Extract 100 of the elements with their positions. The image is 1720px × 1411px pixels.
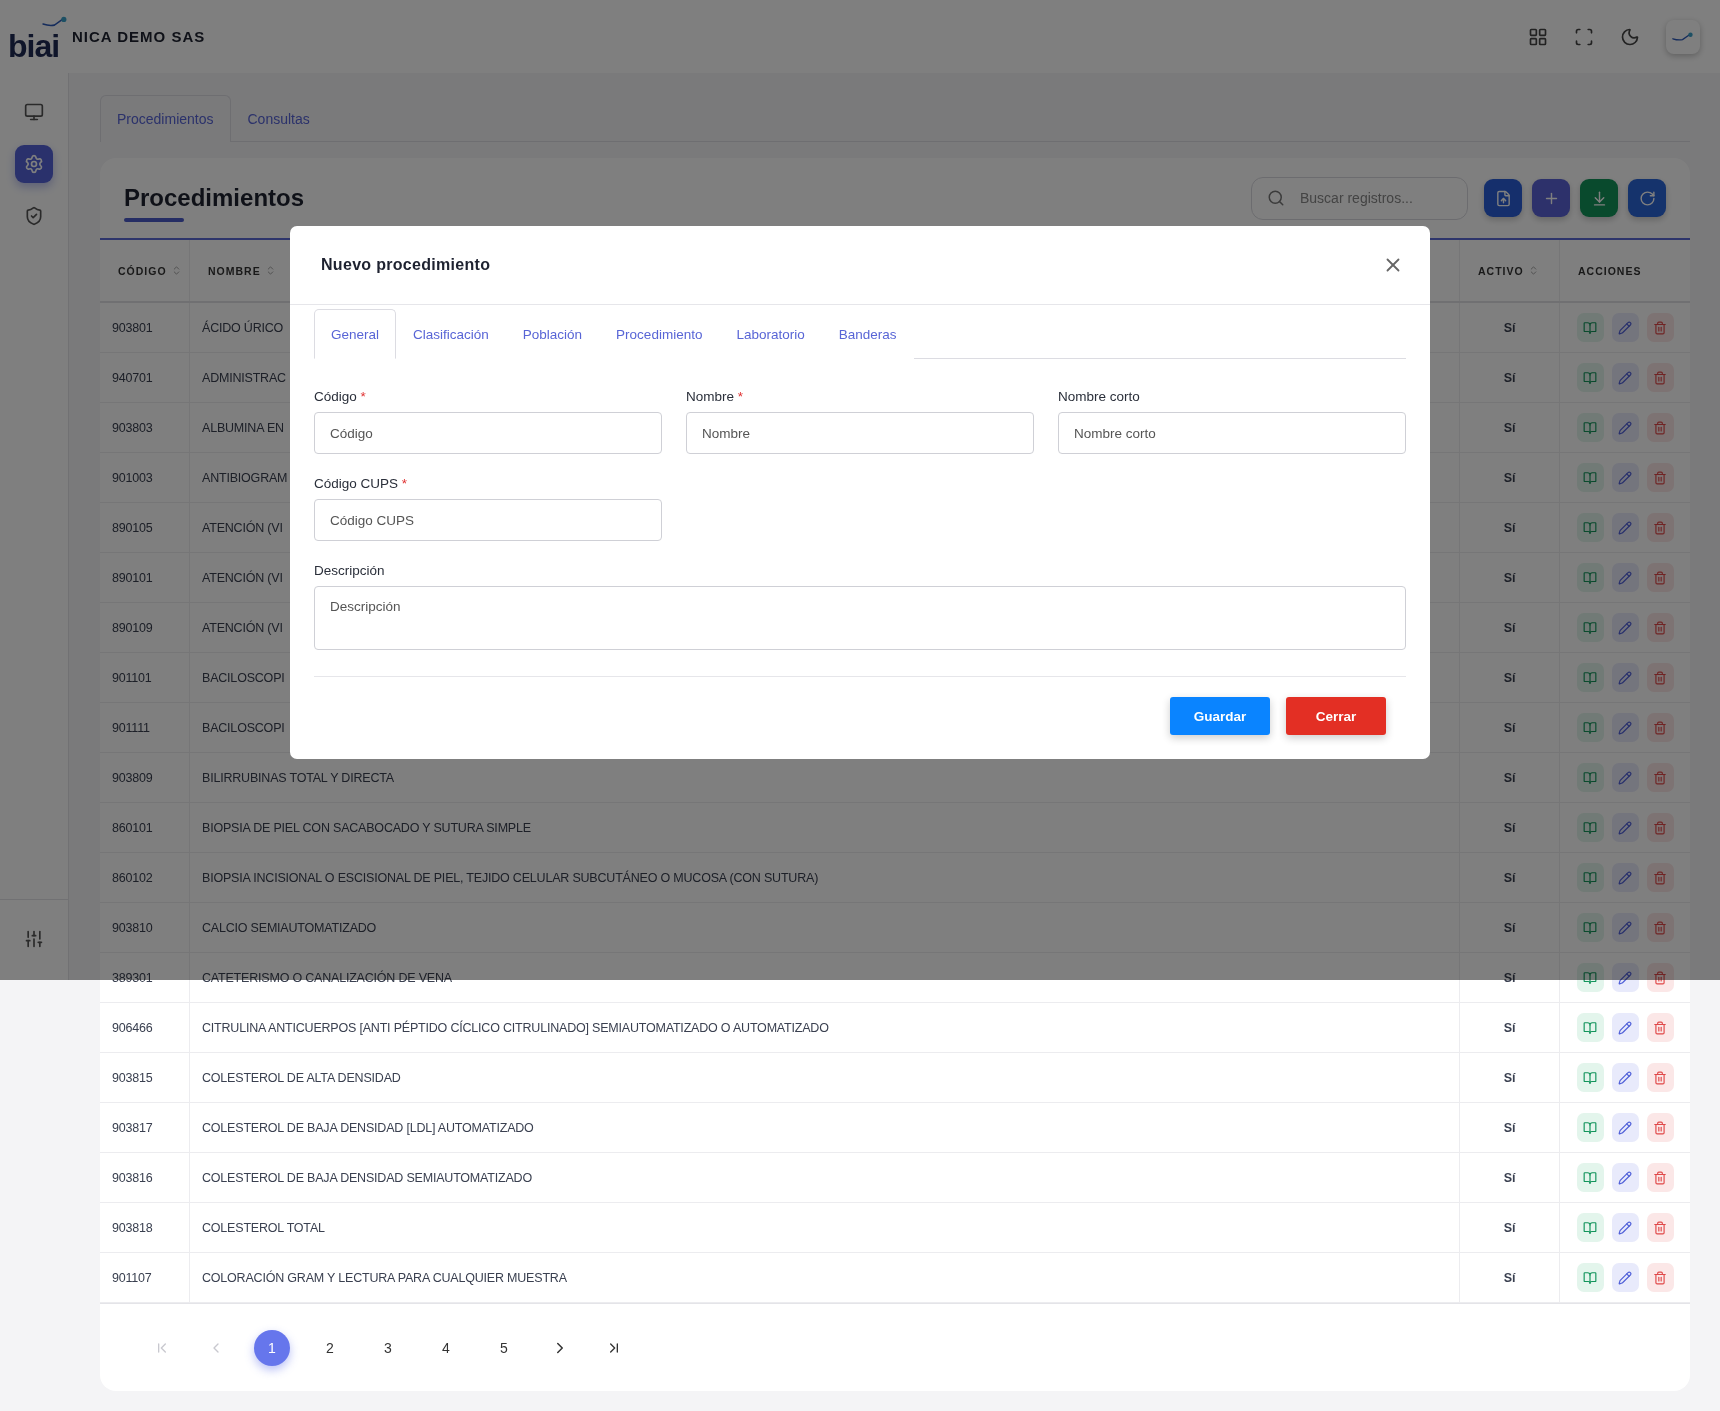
page-tab[interactable]: Consultas <box>230 95 327 142</box>
table-cell: Sí <box>1460 653 1560 702</box>
file-upload-button[interactable] <box>1484 179 1522 217</box>
book-icon <box>1583 520 1597 535</box>
trash-icon <box>1653 520 1667 535</box>
company-name: NICA DEMO SAS <box>72 28 206 45</box>
pencil-icon <box>1618 820 1632 835</box>
table-cell: 890101 <box>100 553 190 602</box>
pencil-icon <box>1618 470 1632 485</box>
monitor-icon <box>24 102 44 122</box>
table-cell: BIOPSIA DE PIEL CON SACABOCADO Y SUTURA SIMPLE <box>190 803 1460 852</box>
refresh-button[interactable] <box>1628 179 1666 217</box>
sliders-icon <box>24 929 44 949</box>
table-cell: Sí <box>1460 1053 1560 1102</box>
pencil-icon <box>1618 920 1632 935</box>
table-cell: 903817 <box>100 1103 190 1152</box>
table-cell: Sí <box>1460 1153 1560 1202</box>
page-number[interactable]: 4 <box>428 1329 464 1366</box>
table-cell: Sí <box>1460 803 1560 852</box>
pencil-icon <box>1618 720 1632 735</box>
trash-icon <box>1653 820 1667 835</box>
table-cell: 940701 <box>100 353 190 402</box>
column-header[interactable]: ACTIVO <box>1460 240 1560 301</box>
book-button[interactable] <box>1576 963 1604 992</box>
book-icon <box>1583 470 1597 485</box>
table-cell: Sí <box>1460 553 1560 602</box>
table-cell: 901107 <box>100 1253 190 1302</box>
pencil-icon <box>1618 420 1632 435</box>
trash-icon <box>1653 970 1667 985</box>
table-cell: Sí <box>1460 453 1560 502</box>
page-number[interactable]: 5 <box>486 1329 522 1366</box>
table-cell: Sí <box>1460 603 1560 652</box>
apps-button[interactable] <box>1528 26 1548 47</box>
trash-icon <box>1653 1170 1667 1185</box>
grid-icon <box>1528 26 1548 47</box>
book-icon <box>1583 370 1597 385</box>
logo: biai <box>8 13 68 60</box>
book-icon <box>1583 620 1597 635</box>
page-number[interactable]: 2 <box>312 1329 348 1366</box>
table-cell: COLESTEROL DE BAJA DENSIDAD [LDL] AUTOMATIZADO <box>190 1103 1460 1152</box>
book-icon <box>1583 1020 1597 1035</box>
input-field[interactable]: Nombre <box>686 412 1034 454</box>
trash-icon <box>1653 420 1667 435</box>
moon-icon <box>1620 26 1640 47</box>
table-cell: CALCIO SEMIAUTOMATIZADO <box>190 903 1460 952</box>
table-cell: COLORACIÓN GRAM Y LECTURA PARA CUALQUIER MUESTRA <box>190 1253 1460 1302</box>
table-cell: COLESTEROL DE BAJA DENSIDAD SEMIAUTOMATIZADO <box>190 1153 1460 1202</box>
pencil-icon <box>1618 520 1632 535</box>
sidebar-item[interactable] <box>15 145 53 183</box>
table-cell: 903809 <box>100 753 190 802</box>
book-icon <box>1583 1220 1597 1235</box>
table-cell: 903801 <box>100 303 190 352</box>
pencil-icon <box>1618 570 1632 585</box>
trash-icon <box>1653 370 1667 385</box>
save-button[interactable]: Guardar <box>1170 697 1270 735</box>
book-icon <box>1583 1270 1597 1285</box>
card-title: Procedimientos <box>124 184 305 212</box>
search-field[interactable]: Buscar registros... <box>1251 176 1468 220</box>
table-cell: Sí <box>1460 503 1560 552</box>
page-tab[interactable]: Procedimientos <box>100 95 231 142</box>
textarea-field[interactable]: Descripción <box>314 586 1406 650</box>
close-dialog-button[interactable]: Cerrar <box>1286 697 1386 735</box>
input-field[interactable]: Nombre corto <box>1058 412 1406 454</box>
book-icon <box>1583 920 1597 935</box>
table-cell: Sí <box>1460 903 1560 952</box>
page-number[interactable]: 3 <box>370 1329 406 1366</box>
trash-icon <box>1653 620 1667 635</box>
table-cell: Sí <box>1460 303 1560 352</box>
pencil-icon <box>1618 1170 1632 1185</box>
trash-icon <box>1653 1220 1667 1235</box>
modal-tab[interactable]: General <box>314 309 397 359</box>
table-cell: 901111 <box>100 703 190 752</box>
field-label: Nombre * <box>686 389 745 404</box>
user-avatar[interactable] <box>1666 19 1700 54</box>
page-number[interactable]: 1 <box>254 1329 290 1366</box>
table-cell: Sí <box>1460 1103 1560 1152</box>
download-button[interactable] <box>1580 179 1618 217</box>
edit-button[interactable] <box>1611 963 1639 992</box>
input-field[interactable]: Código CUPS <box>314 499 662 541</box>
trash-icon <box>1653 720 1667 735</box>
settings-icon <box>24 154 44 174</box>
column-header[interactable]: CÓDIGO <box>100 240 190 301</box>
book-icon <box>1583 570 1597 585</box>
table-cell: 903816 <box>100 1153 190 1202</box>
column-header: ACCIONES <box>1577 263 1643 279</box>
theme-button[interactable] <box>1620 26 1640 47</box>
table-cell: 903810 <box>100 903 190 952</box>
book-icon <box>1583 820 1597 835</box>
input-field[interactable]: Código <box>314 412 662 454</box>
field-label: Nombre corto <box>1058 389 1141 404</box>
book-icon <box>1583 320 1597 335</box>
table-cell: Sí <box>1460 353 1560 402</box>
trash-icon <box>1653 870 1667 885</box>
fullscreen-button[interactable] <box>1574 26 1594 47</box>
plus-button[interactable] <box>1532 179 1570 217</box>
trash-icon <box>1653 770 1667 785</box>
delete-button[interactable] <box>1646 963 1674 992</box>
table-cell: Sí <box>1460 1203 1560 1252</box>
pencil-icon <box>1618 670 1632 685</box>
field-label: Código CUPS * <box>314 476 409 491</box>
